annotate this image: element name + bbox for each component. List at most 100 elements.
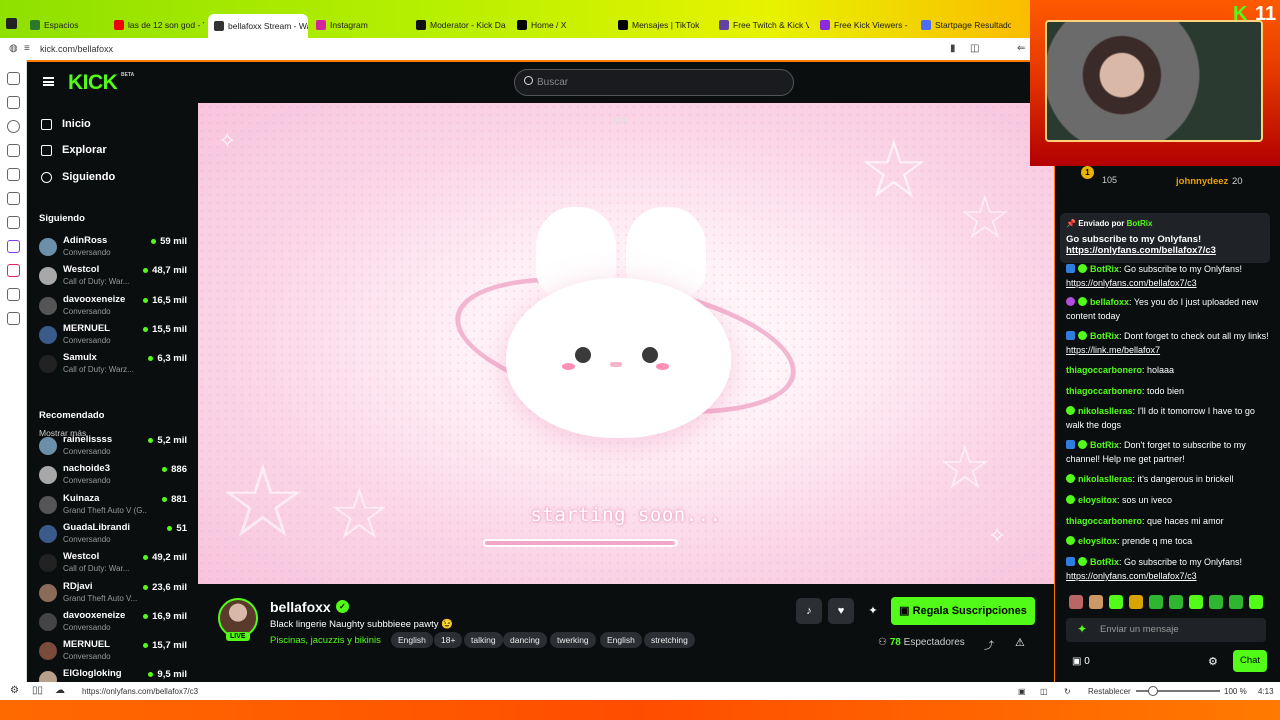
emote-icon[interactable] [1089, 595, 1103, 609]
wikipedia-icon[interactable] [7, 288, 20, 301]
back-arrow-icon[interactable]: ⇐ [1017, 43, 1025, 54]
history-icon[interactable] [7, 120, 20, 133]
tab-startpage[interactable]: Startpage Resultados [921, 16, 1011, 34]
chat-username[interactable]: bellafoxx [1090, 297, 1129, 307]
channel-item[interactable]: RDjavi Grand Theft Auto V... 23,6 mil [39, 580, 187, 609]
tab-moderator[interactable]: Moderator - Kick Das [416, 16, 506, 34]
nav-inicio[interactable]: Inicio [41, 115, 91, 133]
reload-icon[interactable]: ↻ [1064, 687, 1071, 696]
bookmarks-icon[interactable] [7, 72, 20, 85]
channel-item[interactable]: MERNUEL Conversando 15,5 mil [39, 322, 187, 351]
video-player[interactable]: ✧ ☆ ☆ ☆ ☆ ☆ ✧ ▭ starting soon... [198, 103, 1054, 584]
downloads-icon[interactable] [7, 96, 20, 109]
chat-username[interactable]: thiagoccarbonero [1066, 516, 1142, 526]
pinned-link[interactable]: https://onlyfans.com/bellafox7/c3 [1066, 245, 1264, 256]
chat-link[interactable]: https://onlyfans.com/bellafox7/c3 [1066, 571, 1197, 581]
emote-icon[interactable] [1169, 595, 1183, 609]
chat-username[interactable]: BotRix [1090, 440, 1119, 450]
sparkle-icon[interactable]: ✦ [1077, 622, 1087, 636]
bell-icon[interactable]: ♪ [796, 598, 822, 624]
emote-icon[interactable] [1189, 595, 1203, 609]
warning-icon[interactable]: ⚠ [1015, 636, 1025, 649]
vivaldi-icon[interactable] [7, 264, 20, 277]
channel-item[interactable]: nachoide3 Conversando 886 [39, 462, 187, 491]
nav-explorar[interactable]: Explorar [41, 141, 107, 159]
tab-bellafoxx[interactable]: bellafoxx Stream - Wa [208, 14, 308, 38]
notes-icon[interactable] [7, 144, 20, 157]
address-bar[interactable]: ◍ ≡ kick.com/bellafoxx ▮ ◫ ⇐ [0, 38, 1030, 60]
tag-pill[interactable]: 18+ [434, 632, 463, 648]
tab-tiktok[interactable]: Mensajes | TikTok [618, 16, 708, 34]
heart-icon[interactable]: ♥ [828, 598, 854, 624]
url-text[interactable]: kick.com/bellafoxx [40, 44, 113, 54]
search-input[interactable]: Buscar [514, 69, 794, 96]
channel-item[interactable]: GuadaLibrandi Conversando 51 [39, 521, 187, 550]
tab-x[interactable]: Home / X [517, 16, 607, 34]
browser-menu-icon[interactable] [6, 18, 17, 29]
chat-send-button[interactable]: Chat [1233, 650, 1267, 672]
emote-icon[interactable] [1069, 595, 1083, 609]
emote-icon[interactable] [1129, 595, 1143, 609]
sparkle-icon[interactable]: ✦ [860, 598, 886, 624]
panel-toggle-icon[interactable]: ▯▯ [32, 685, 43, 696]
tag-pill[interactable]: English [600, 632, 642, 648]
channel-item[interactable]: rainelissss Conversando 5,2 mil [39, 433, 187, 462]
site-info-icon[interactable]: ≡ [24, 43, 30, 54]
gear-icon[interactable]: ⚙ [1208, 655, 1218, 668]
emote-icon[interactable] [1229, 595, 1243, 609]
tab-espacios[interactable]: Espacios [30, 16, 100, 34]
chat-username[interactable]: BotRix [1090, 331, 1119, 341]
chat-username[interactable]: eloysitox [1078, 495, 1117, 505]
reader-icon[interactable] [7, 192, 20, 205]
kick-logo[interactable]: KICK [68, 71, 118, 95]
chat-username[interactable]: nikolaslleras [1078, 406, 1133, 416]
tag-pill[interactable]: English [391, 632, 433, 648]
chat-username[interactable]: BotRix [1090, 557, 1119, 567]
channel-item[interactable]: Westcol Call of Duty: War... 49,2 mil [39, 550, 187, 579]
tasks-icon[interactable] [7, 216, 20, 229]
channel-item[interactable]: Westcol Call of Duty: War... 48,7 mil [39, 263, 187, 292]
tag-pill[interactable]: stretching [644, 632, 695, 648]
tab-free-twitch[interactable]: Free Twitch & Kick Vi [719, 16, 809, 34]
streamer-name[interactable]: bellafoxx [270, 599, 331, 615]
screenshot-icon[interactable]: ▣ [1018, 687, 1026, 696]
chat-username[interactable]: nikolaslleras [1078, 474, 1133, 484]
chat-username[interactable]: BotRix [1090, 264, 1119, 274]
gift-subscriptions-button[interactable]: ▣ Regala Suscripciones [891, 597, 1035, 625]
tab-youtube[interactable]: las de 12 son god - Y [114, 16, 204, 34]
share-icon[interactable]: ⤴ [984, 637, 994, 652]
mastodon-icon[interactable] [7, 240, 20, 253]
cloud-icon[interactable]: ☁ [55, 685, 65, 696]
zoom-slider-handle[interactable] [1147, 686, 1158, 696]
tag-pill[interactable]: dancing [503, 632, 547, 648]
channel-item[interactable]: Kuinaza Grand Theft Auto V (G... 881 [39, 492, 187, 521]
emote-icon[interactable] [1149, 595, 1163, 609]
stream-category[interactable]: Piscinas, jacuzzis y bikinis [270, 635, 381, 646]
capture-icon[interactable]: ⚙ [10, 685, 19, 696]
leaderboard-user[interactable]: johnnydeez [1176, 176, 1228, 187]
channel-item[interactable]: AdinRoss Conversando 59 mil [39, 234, 187, 263]
zoom-reset-label[interactable]: Restablecer [1088, 687, 1131, 696]
tag-pill[interactable]: twerking [550, 632, 596, 648]
tab-instagram[interactable]: Instagram [316, 16, 406, 34]
channel-item[interactable]: davooxeneize Conversando 16,9 mil [39, 609, 187, 638]
tab-free-kick-viewers[interactable]: Free Kick Viewers - B [820, 16, 910, 34]
chat-username[interactable]: thiagoccarbonero [1066, 365, 1142, 375]
emote-icon[interactable] [1209, 595, 1223, 609]
translate-icon[interactable] [7, 168, 20, 181]
sidebar-toggle-icon[interactable]: ◫ [970, 43, 979, 54]
pip-icon[interactable]: ▭ [613, 111, 626, 128]
chat-username[interactable]: thiagoccarbonero [1066, 386, 1142, 396]
bookmark-icon[interactable]: ▮ [950, 43, 956, 54]
chat-message-input[interactable]: ✦ Enviar un mensaje [1066, 618, 1266, 642]
gift-counter[interactable]: ▣ 0 [1072, 656, 1090, 667]
channel-item[interactable]: MERNUEL Conversando 15,7 mil [39, 638, 187, 667]
channel-item[interactable]: davooxeneize Conversando 16,5 mil [39, 293, 187, 322]
chat-link[interactable]: https://onlyfans.com/bellafox7/c3 [1066, 278, 1197, 288]
hamburger-menu-icon[interactable] [43, 77, 54, 86]
tiling-icon[interactable]: ◫ [1040, 687, 1048, 696]
nav-siguiendo[interactable]: Siguiendo [41, 168, 115, 186]
chat-username[interactable]: eloysitox [1078, 536, 1117, 546]
chat-link[interactable]: https://link.me/bellafox7 [1066, 345, 1160, 355]
emote-icon[interactable] [1109, 595, 1123, 609]
